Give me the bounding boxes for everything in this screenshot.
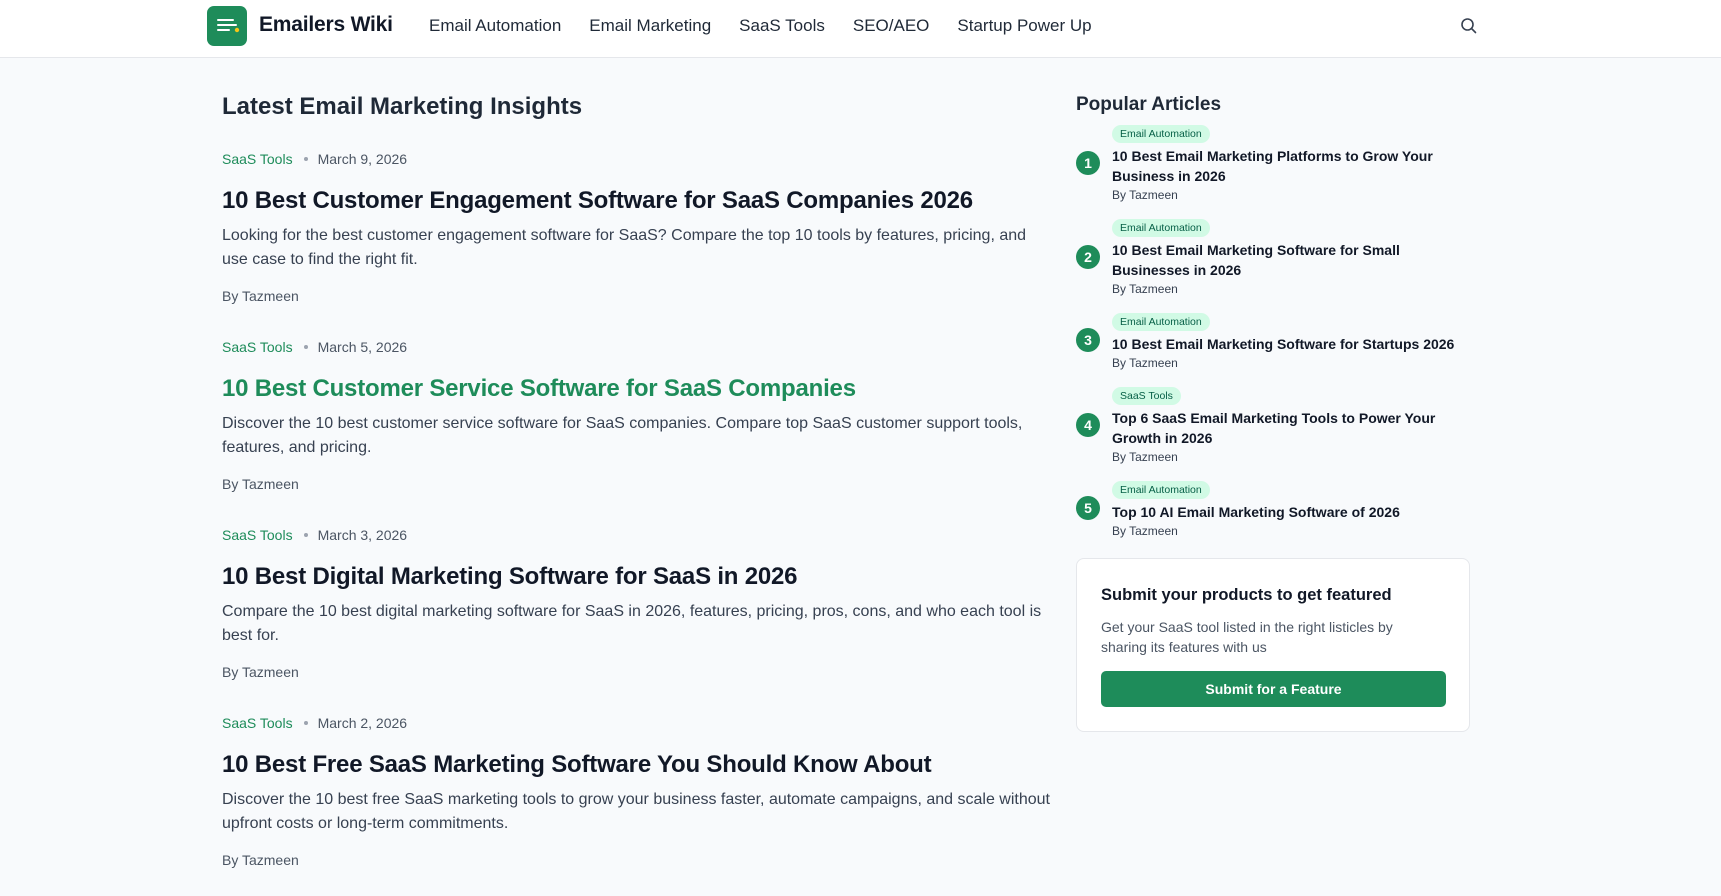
article-meta: SaaS Tools March 2, 2026: [222, 713, 1052, 733]
popular-tag[interactable]: SaaS Tools: [1112, 387, 1181, 405]
popular-item: 1 Email Automation 10 Best Email Marketi…: [1076, 124, 1471, 204]
rank-badge: 1: [1076, 151, 1100, 175]
article-category[interactable]: SaaS Tools: [222, 527, 293, 543]
main-nav: Email Automation Email Marketing SaaS To…: [429, 16, 1120, 36]
section-title: Latest Email Marketing Insights: [222, 93, 583, 120]
rank-badge: 5: [1076, 496, 1100, 520]
feature-title: Submit your products to get featured: [1101, 586, 1392, 604]
article-card: SaaS Tools March 9, 2026 10 Best Customer…: [222, 149, 1052, 316]
rank-badge: 3: [1076, 328, 1100, 352]
article-author: By Tazmeen: [222, 664, 299, 680]
article-excerpt: Looking for the best customer engagement…: [222, 227, 1027, 268]
popular-tag[interactable]: Email Automation: [1112, 125, 1210, 143]
article-card: SaaS Tools March 3, 2026 10 Best Digital …: [222, 525, 1052, 692]
envelope-lines-icon: [217, 19, 240, 33]
article-author: By Tazmeen: [222, 288, 299, 304]
article-excerpt: Discover the 10 best free SaaS marketing…: [222, 791, 1050, 832]
popular-articles: Popular Articles 1 Email Automation 10 B…: [1076, 90, 1471, 540]
popular-item: 5 Email Automation Top 10 AI Email Marke…: [1076, 480, 1471, 540]
popular-author: By Tazmeen: [1112, 524, 1178, 538]
article-excerpt: Compare the 10 best digital marketing so…: [222, 603, 1042, 644]
popular-tag[interactable]: Email Automation: [1112, 481, 1210, 499]
popular-title[interactable]: 10 Best Email Marketing Platforms to Gro…: [1112, 146, 1471, 186]
article-card: SaaS Tools March 5, 2026 10 Best Customer…: [222, 337, 1052, 504]
rank-badge: 4: [1076, 413, 1100, 437]
article-date: March 9, 2026: [317, 151, 408, 167]
popular-item: 4 SaaS Tools Top 6 SaaS Email Marketing …: [1076, 386, 1471, 466]
separator-dot: [303, 344, 308, 349]
article-category[interactable]: SaaS Tools: [222, 339, 293, 355]
nav-email-marketing[interactable]: Email Marketing: [589, 16, 711, 36]
popular-title[interactable]: Top 6 SaaS Email Marketing Tools to Powe…: [1112, 408, 1471, 448]
feature-text: Get your SaaS tool listed in the right l…: [1101, 619, 1393, 655]
article-category[interactable]: SaaS Tools: [222, 151, 293, 167]
popular-tag[interactable]: Email Automation: [1112, 219, 1210, 237]
sidebar-title: Popular Articles: [1076, 94, 1222, 115]
nav-email-automation[interactable]: Email Automation: [429, 16, 561, 36]
article-date: March 3, 2026: [317, 527, 408, 543]
article-title[interactable]: 10 Best Free SaaS Marketing Software You…: [222, 750, 1052, 780]
popular-item: 2 Email Automation 10 Best Email Marketi…: [1076, 218, 1471, 298]
popular-title[interactable]: 10 Best Email Marketing Software for Sta…: [1112, 334, 1471, 354]
nav-seo-aeo[interactable]: SEO/AEO: [853, 16, 930, 36]
site-header: Emailers Wiki Email Automation Email Mar…: [0, 0, 1721, 58]
popular-author: By Tazmeen: [1112, 356, 1178, 370]
nav-saas-tools[interactable]: SaaS Tools: [739, 16, 825, 36]
article-title[interactable]: 10 Best Customer Service Software for Sa…: [222, 374, 1052, 404]
submit-feature-button[interactable]: Submit for a Feature: [1101, 671, 1446, 707]
feature-card: Submit your products to get featured Get…: [1076, 558, 1470, 732]
article-meta: SaaS Tools March 9, 2026: [222, 149, 1052, 169]
article-card: SaaS Tools March 2, 2026 10 Best Free Saa…: [222, 713, 1052, 880]
search-icon[interactable]: [1460, 17, 1478, 35]
article-date: March 2, 2026: [317, 715, 408, 731]
brand-logo[interactable]: [207, 6, 247, 46]
article-category[interactable]: SaaS Tools: [222, 715, 293, 731]
article-title[interactable]: 10 Best Customer Engagement Software for…: [222, 186, 1052, 216]
popular-author: By Tazmeen: [1112, 282, 1178, 296]
popular-tag[interactable]: Email Automation: [1112, 313, 1210, 331]
article-excerpt: Discover the 10 best customer service so…: [222, 415, 1023, 456]
popular-title[interactable]: 10 Best Email Marketing Software for Sma…: [1112, 240, 1471, 280]
popular-title[interactable]: Top 10 AI Email Marketing Software of 20…: [1112, 502, 1471, 522]
article-meta: SaaS Tools March 5, 2026: [222, 337, 1052, 357]
nav-startup-power-up[interactable]: Startup Power Up: [957, 16, 1091, 36]
separator-dot: [303, 156, 308, 161]
brand-name[interactable]: Emailers Wiki: [259, 13, 393, 37]
article-author: By Tazmeen: [222, 476, 299, 492]
popular-item: 3 Email Automation 10 Best Email Marketi…: [1076, 312, 1471, 372]
article-list: Latest Email Marketing Insights SaaS Too…: [222, 90, 1052, 880]
separator-dot: [303, 720, 308, 725]
article-title[interactable]: 10 Best Digital Marketing Software for S…: [222, 562, 1052, 592]
article-date: March 5, 2026: [317, 339, 408, 355]
article-meta: SaaS Tools March 3, 2026: [222, 525, 1052, 545]
article-author: By Tazmeen: [222, 852, 299, 868]
separator-dot: [303, 532, 308, 537]
popular-author: By Tazmeen: [1112, 450, 1178, 464]
popular-author: By Tazmeen: [1112, 188, 1178, 202]
rank-badge: 2: [1076, 245, 1100, 269]
